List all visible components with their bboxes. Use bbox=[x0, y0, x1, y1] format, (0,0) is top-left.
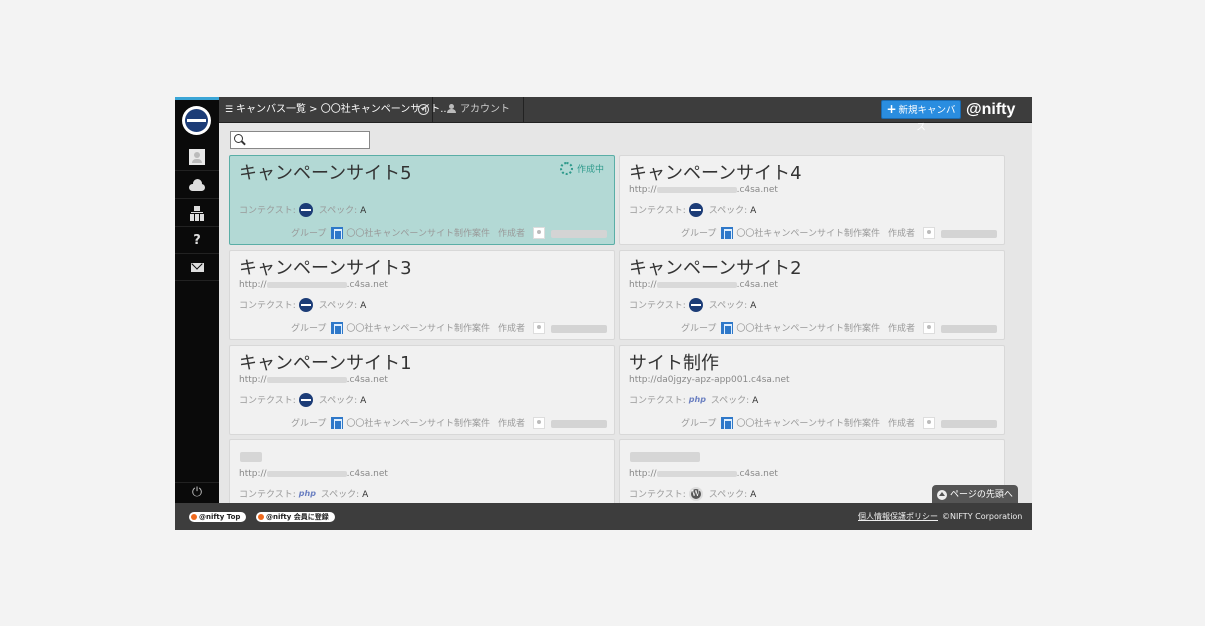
org-tree-icon bbox=[190, 205, 204, 221]
privacy-policy-link[interactable]: 個人情報保護ポリシー bbox=[858, 503, 938, 530]
brand-logo: @nifty bbox=[966, 101, 1016, 118]
sidebar-cloud-button[interactable] bbox=[175, 172, 219, 199]
mail-icon bbox=[190, 262, 204, 272]
list-icon: ☰ bbox=[225, 105, 234, 115]
sidebar-help-button[interactable]: ? bbox=[175, 227, 219, 254]
nifty-register-link[interactable]: @nifty 会員に登録 bbox=[256, 512, 335, 522]
php-icon: php bbox=[688, 394, 706, 404]
globe-icon bbox=[298, 297, 313, 312]
card-context: コンテクスト: php スペック: A bbox=[239, 488, 369, 501]
avatar bbox=[533, 226, 545, 239]
card-title: キャンペーンサイト3 bbox=[239, 258, 412, 279]
card-meta: グループ 〇〇社キャンペーンサイト制作案件 作成者 bbox=[681, 416, 997, 430]
arrow-up-icon bbox=[937, 490, 947, 500]
plus-icon: + bbox=[886, 102, 897, 116]
card-context: コンテクスト: php スペック: A bbox=[629, 394, 759, 407]
avatar bbox=[533, 321, 545, 334]
new-canvas-button[interactable]: + 新規キャンバス bbox=[881, 100, 961, 133]
card-title: キャンペーンサイト5 bbox=[239, 163, 412, 184]
canvas-card-site[interactable]: サイト制作 http://da0jgzy-apz-app001.c4sa.net… bbox=[619, 345, 1005, 435]
canvas-card-3[interactable]: キャンペーンサイト3 http://.c4sa.net コンテクスト: スペック:… bbox=[229, 250, 615, 340]
search-input[interactable] bbox=[247, 132, 367, 148]
footer: @nifty Top @nifty 会員に登録 個人情報保護ポリシー ©NIFT… bbox=[175, 503, 1032, 530]
canvas-card-redacted-1[interactable]: http://.c4sa.net コンテクスト: php スペック: A bbox=[229, 439, 615, 503]
creator-name-redacted bbox=[551, 324, 607, 333]
card-url: http://.c4sa.net bbox=[239, 375, 388, 385]
top-bar: ☰ キャンバス一覧 > 〇〇社キャンペーンサイト... アカウント + 新規キャンバ… bbox=[219, 97, 1032, 133]
canvas-card-5[interactable]: キャンペーンサイト5 作成中 コンテクスト: スペック: A グループ 〇〇社キャンペ… bbox=[229, 155, 615, 245]
sidebar: ? ⏻ bbox=[175, 97, 219, 503]
nifty-top-link[interactable]: @nifty Top bbox=[189, 512, 247, 522]
globe-icon bbox=[298, 392, 313, 407]
search-icon bbox=[234, 134, 243, 143]
app-window: ? ⏻ ☰ キャンバス一覧 > 〇〇社キャンペーンサイト... アカウント + 新規… bbox=[175, 97, 1032, 530]
card-title: キャンペーンサイト4 bbox=[629, 163, 802, 184]
card-meta: グループ 〇〇社キャンペーンサイト制作案件 作成者 bbox=[291, 226, 607, 240]
group-icon bbox=[331, 226, 344, 239]
sidebar-group-button[interactable] bbox=[175, 200, 219, 227]
help-icon: ? bbox=[193, 232, 201, 248]
card-context: コンテクスト: スペック: A bbox=[239, 202, 366, 218]
person-icon bbox=[447, 104, 456, 113]
creator-name-redacted bbox=[941, 419, 997, 428]
globe-icon bbox=[298, 202, 313, 217]
globe-icon bbox=[688, 202, 703, 217]
breadcrumb[interactable]: ☰ キャンバス一覧 > 〇〇社キャンペーンサイト... bbox=[219, 97, 450, 123]
card-url: http://.c4sa.net bbox=[239, 469, 388, 479]
card-title-redacted bbox=[630, 452, 700, 462]
card-context: コンテクスト: W スペック: A bbox=[629, 486, 757, 501]
group-icon bbox=[331, 321, 344, 334]
sidebar-user-button[interactable] bbox=[175, 144, 219, 171]
card-context: コンテクスト: スペック: A bbox=[239, 297, 366, 313]
wordpress-icon: W bbox=[688, 486, 703, 501]
avatar bbox=[533, 416, 545, 429]
avatar bbox=[923, 226, 935, 239]
group-icon bbox=[331, 416, 344, 429]
breadcrumb-dropdown-icon[interactable] bbox=[418, 104, 429, 115]
card-meta: グループ 〇〇社キャンペーンサイト制作案件 作成者 bbox=[291, 321, 607, 335]
card-url: http://.c4sa.net bbox=[239, 280, 388, 290]
canvas-card-2[interactable]: キャンペーンサイト2 http://.c4sa.net コンテクスト: スペック:… bbox=[619, 250, 1005, 340]
creator-name-redacted bbox=[941, 324, 997, 333]
card-context: コンテクスト: スペック: A bbox=[239, 392, 366, 408]
power-icon: ⏻ bbox=[191, 485, 203, 500]
status-badge: 作成中 bbox=[559, 162, 604, 176]
account-button[interactable]: アカウント bbox=[434, 97, 524, 123]
creator-name-redacted bbox=[551, 229, 607, 238]
php-icon: php bbox=[298, 488, 316, 498]
canvas-list: キャンペーンサイト5 作成中 コンテクスト: スペック: A グループ 〇〇社キャンペ… bbox=[219, 124, 1032, 503]
avatar bbox=[923, 416, 935, 429]
card-url: http://da0jgzy-apz-app001.c4sa.net bbox=[629, 375, 790, 385]
card-context: コンテクスト: スペック: A bbox=[629, 202, 756, 218]
card-title: サイト制作 bbox=[629, 353, 719, 374]
sidebar-mail-button[interactable] bbox=[175, 254, 219, 281]
cloud-icon bbox=[189, 178, 205, 191]
back-to-top-button[interactable]: ページの先頭へ bbox=[932, 485, 1018, 505]
card-url: http://.c4sa.net bbox=[629, 280, 778, 290]
logo-globe-icon[interactable] bbox=[182, 106, 211, 135]
copyright: ©NIFTY Corporation bbox=[942, 512, 1023, 521]
card-url: http://.c4sa.net bbox=[629, 469, 778, 479]
card-meta: グループ 〇〇社キャンペーンサイト制作案件 作成者 bbox=[291, 416, 607, 430]
card-title-redacted bbox=[240, 452, 262, 462]
card-meta: グループ 〇〇社キャンペーンサイト制作案件 作成者 bbox=[681, 321, 997, 335]
group-icon bbox=[721, 226, 734, 239]
card-meta: グループ 〇〇社キャンペーンサイト制作案件 作成者 bbox=[681, 226, 997, 240]
card-title: キャンペーンサイト1 bbox=[239, 353, 412, 374]
power-button[interactable]: ⏻ bbox=[175, 482, 219, 502]
group-icon bbox=[721, 321, 734, 334]
user-icon bbox=[189, 149, 205, 165]
canvas-card-4[interactable]: キャンペーンサイト4 http://.c4sa.net コンテクスト: スペック:… bbox=[619, 155, 1005, 245]
group-icon bbox=[721, 416, 734, 429]
canvas-card-1[interactable]: キャンペーンサイト1 http://.c4sa.net コンテクスト: スペック:… bbox=[229, 345, 615, 435]
globe-icon bbox=[688, 297, 703, 312]
avatar bbox=[923, 321, 935, 334]
card-url: http://.c4sa.net bbox=[629, 185, 778, 195]
card-context: コンテクスト: スペック: A bbox=[629, 297, 756, 313]
search-box bbox=[230, 131, 370, 149]
card-title: キャンペーンサイト2 bbox=[629, 258, 802, 279]
spinner-icon bbox=[559, 162, 573, 175]
creator-name-redacted bbox=[941, 229, 997, 238]
creator-name-redacted bbox=[551, 419, 607, 428]
